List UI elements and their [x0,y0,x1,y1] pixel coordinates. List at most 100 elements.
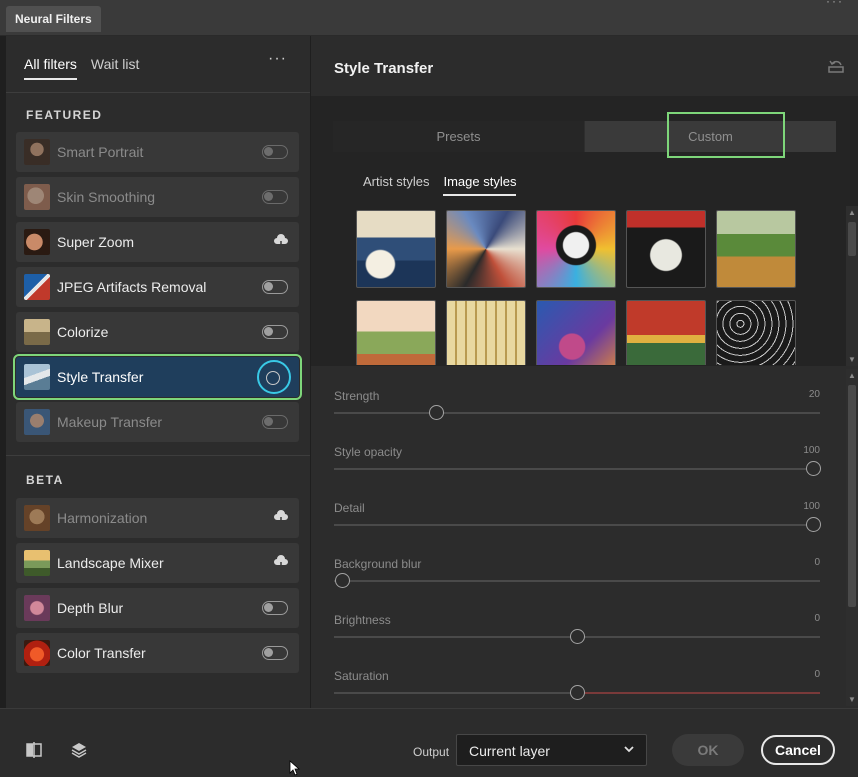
filter-style-transfer[interactable]: Style Transfer [13,354,302,400]
filter-color-transfer[interactable]: Color Transfer [16,633,299,673]
layers-icon[interactable] [70,741,88,759]
filter-label: Skin Smoothing [57,189,156,205]
filter-smart-portrait[interactable]: Smart Portrait [16,132,299,172]
title-bar-menu[interactable]: ··· [826,0,844,8]
slider-track[interactable] [334,580,820,582]
filter-depth-blur[interactable]: Depth Blur [16,588,299,628]
slider-knob[interactable] [805,517,821,532]
toggle-switch[interactable] [262,601,288,615]
slider-label: Background blur [334,557,422,571]
slider-strength[interactable]: Strength 20 [334,389,820,437]
filter-label: Smart Portrait [57,144,144,160]
cloud-download-icon[interactable] [273,233,289,249]
slider-style-opacity[interactable]: Style opacity 100 [334,445,821,493]
toggle-switch[interactable] [262,190,288,204]
filter-jpeg-artifacts-removal[interactable]: JPEG Artifacts Removal [16,267,299,307]
slider-value: 20 [808,389,820,400]
slider-track[interactable] [334,412,820,414]
style-swatch-bw-pattern[interactable] [716,300,796,365]
skin-smoothing-thumbnail [24,184,50,210]
scrollbar-thumb[interactable] [848,385,856,607]
depth-blur-thumbnail [24,595,50,621]
toggle-switch[interactable] [262,415,288,429]
toggle-switch[interactable] [262,646,288,660]
before-after-icon[interactable] [25,741,43,759]
colorize-thumbnail [24,319,50,345]
slider-knob[interactable] [570,629,585,644]
slider-knob[interactable] [429,405,445,420]
style-transfer-thumbnail [24,364,50,390]
slider-background-blur[interactable]: Background blur 0 [334,557,820,605]
toggle-switch[interactable] [262,145,288,159]
divider [6,92,310,93]
beta-heading: BETA [26,473,64,487]
panel-title: Style Transfer [334,60,434,77]
filter-label: Colorize [57,324,109,340]
slider-value: 0 [814,669,820,680]
scroll-down-icon[interactable]: ▼ [848,355,856,364]
output-select[interactable]: Current layer [456,734,647,766]
custom-highlight-box [667,112,785,158]
settings-scrollbar[interactable]: ▲ ▼ [846,369,858,706]
scroll-up-icon[interactable]: ▲ [848,371,856,380]
slider-knob[interactable] [805,461,821,476]
bottom-bar: Output Current layer OK Cancel [0,708,858,777]
scrollbar-thumb[interactable] [848,222,856,256]
tab-wait-list[interactable]: Wait list [91,56,139,80]
slider-brightness[interactable]: Brightness 0 [334,613,820,661]
slider-knob[interactable] [334,573,350,588]
style-swatch-night-cafe[interactable] [626,300,706,365]
style-swatch-cubist[interactable] [446,210,526,288]
scroll-up-icon[interactable]: ▲ [848,208,856,217]
toggle-switch[interactable] [262,280,288,294]
filter-label: Style Transfer [57,369,144,385]
more-options-icon[interactable]: ··· [268,50,287,68]
window-tab[interactable]: Neural Filters [6,6,101,32]
tab-image-styles[interactable]: Image styles [443,174,517,196]
style-swatch-tattoo-skull[interactable] [626,210,706,288]
super-zoom-thumbnail [24,229,50,255]
cancel-button[interactable]: Cancel [761,735,835,765]
ok-button[interactable]: OK [672,734,744,766]
style-swatch-village-landscape[interactable] [356,300,436,365]
harmonization-thumbnail [24,505,50,531]
filter-skin-smoothing[interactable]: Skin Smoothing [16,177,299,217]
color-transfer-thumbnail [24,640,50,666]
scroll-down-icon[interactable]: ▼ [848,695,856,704]
filter-label: Landscape Mixer [57,555,164,571]
style-swatch-calavera-cat[interactable] [536,210,616,288]
slider-track[interactable] [334,524,820,526]
style-chooser: Presets Custom Artist styles Image style… [311,96,858,366]
slider-label: Detail [334,501,365,515]
slider-knob[interactable] [570,685,585,700]
featured-heading: FEATURED [26,108,103,122]
slider-label: Strength [334,389,380,403]
title-bar: Neural Filters ··· [0,0,858,36]
style-swatch-cathedral-interior[interactable] [446,300,526,365]
output-value: Current layer [469,743,550,759]
tab-all-filters[interactable]: All filters [24,56,77,80]
cloud-download-icon[interactable] [273,554,289,570]
cloud-download-icon[interactable] [273,509,289,525]
filter-harmonization[interactable]: Harmonization [16,498,299,538]
style-swatch-olive-trees[interactable] [716,210,796,288]
style-swatch-great-wave[interactable] [356,210,436,288]
tab-artist-styles[interactable]: Artist styles [363,174,429,196]
presets-button[interactable]: Presets [333,121,584,152]
toggle-switch[interactable] [266,371,280,385]
reset-icon[interactable] [826,58,846,74]
filter-landscape-mixer[interactable]: Landscape Mixer [16,543,299,583]
slider-detail[interactable]: Detail 100 [334,501,821,549]
filter-super-zoom[interactable]: Super Zoom [16,222,299,262]
slider-track[interactable] [334,468,820,470]
filter-colorize[interactable]: Colorize [16,312,299,352]
filter-label: Harmonization [57,510,148,526]
filter-tabs: All filters Wait list [24,56,139,80]
slider-label: Style opacity [334,445,403,459]
toggle-switch[interactable] [262,325,288,339]
filter-makeup-transfer[interactable]: Makeup Transfer [16,402,299,442]
filter-label: Color Transfer [57,645,146,661]
style-grid-scrollbar[interactable]: ▲ ▼ [846,206,858,366]
landscape-mixer-thumbnail [24,550,50,576]
style-swatch-blue-portrait[interactable] [536,300,616,365]
